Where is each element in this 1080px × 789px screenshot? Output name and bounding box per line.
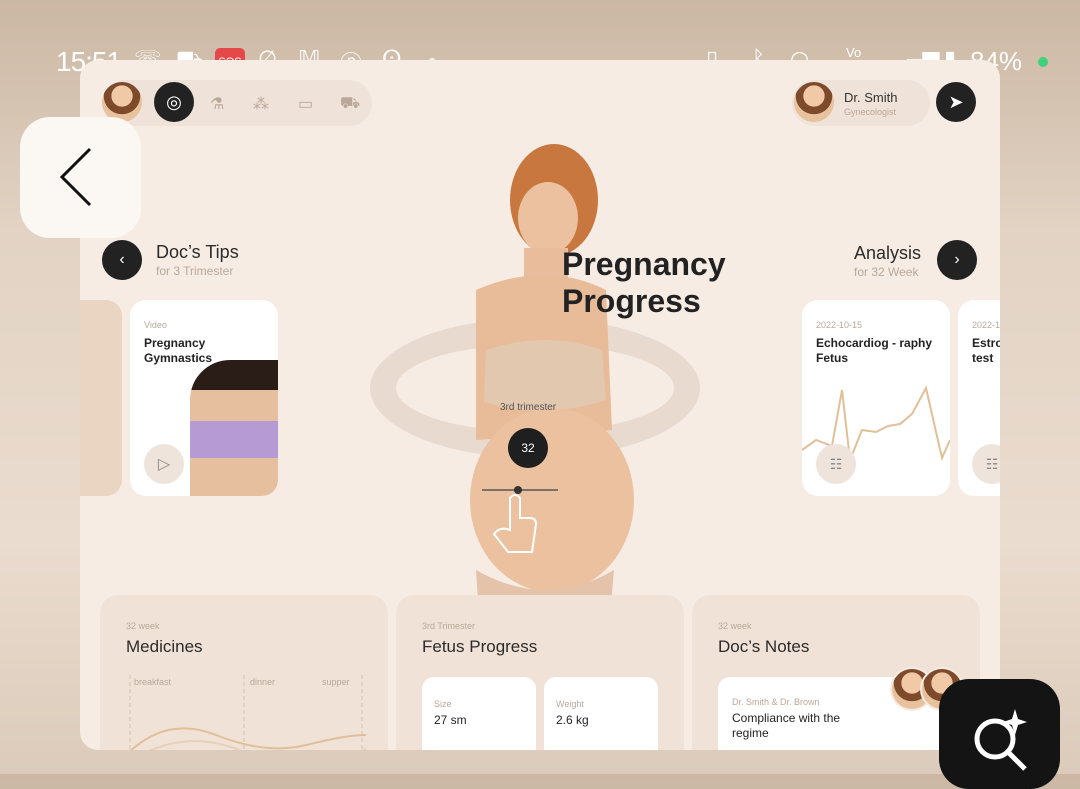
model-image xyxy=(190,360,278,496)
send-icon[interactable]: ➤ xyxy=(936,82,976,122)
hero-title: Pregnancy Progress xyxy=(562,246,726,320)
visual-search-button[interactable] xyxy=(939,679,1060,789)
tip-card-kicker: Video xyxy=(144,320,167,330)
note-authors: Dr. Smith & Dr. Brown xyxy=(732,697,820,707)
analysis-card-title: Echocardiog - raphy Fetus xyxy=(816,336,933,365)
sparkle-search-icon xyxy=(974,709,1027,771)
chevron-left-icon xyxy=(59,147,92,207)
medicines-kicker: 32 week xyxy=(126,621,160,631)
tips-subtitle: for 3 Trimester xyxy=(156,264,234,278)
size-label: Size xyxy=(434,699,452,709)
analysis-card-echo[interactable]: 2022-10-15 Echocardiog - raphy Fetus ☷ xyxy=(802,300,950,496)
trimester-label: 3rd trimester xyxy=(500,402,557,413)
fetus-kicker: 3rd Trimester xyxy=(422,621,476,631)
tip-card-video[interactable]: Video Pregnancy Gymnastics ▷ xyxy=(130,300,278,496)
ambulance-icon[interactable]: ⛟ xyxy=(340,94,360,114)
hero-title-line1: Pregnancy xyxy=(562,246,726,282)
notes-panel[interactable]: 32 week Doc’s Notes Dr. Smith & Dr. Brow… xyxy=(692,595,980,750)
note-text: Compliance with the regime xyxy=(732,711,841,740)
medicines-panel[interactable]: 32 week Medicines breakfast dinner suppe… xyxy=(100,595,388,750)
hero-title-line2: Progress xyxy=(562,283,701,319)
size-card: Size 27 sm xyxy=(422,677,536,750)
back-button[interactable] xyxy=(20,117,141,238)
battery-nav-icon[interactable]: ▭ xyxy=(298,94,313,114)
privacy-indicator-icon xyxy=(1038,57,1048,67)
weight-label: Weight xyxy=(556,699,584,709)
analysis-next-button[interactable]: › xyxy=(937,240,977,280)
book-icon[interactable]: ☷ xyxy=(816,444,856,484)
analysis-card-date: 2022-10-15 xyxy=(816,320,863,330)
tips-title: Doc’s Tips xyxy=(156,242,239,262)
doctor-name: Dr. Smith xyxy=(844,90,898,105)
analysis-card-title-2: Estro test xyxy=(972,336,1000,365)
analysis-title: Analysis xyxy=(854,243,922,263)
size-value: 27 sm xyxy=(434,713,467,727)
flask-icon[interactable]: ⚗ xyxy=(210,94,224,114)
target-icon[interactable]: ◎ xyxy=(154,82,194,122)
user-avatar[interactable] xyxy=(102,82,142,122)
tips-prev-button[interactable]: ‹ xyxy=(102,240,142,280)
medicines-chart xyxy=(129,675,366,750)
play-icon[interactable]: ▷ xyxy=(144,444,184,484)
analysis-card-date-2: 2022-10 xyxy=(972,320,1000,330)
doctor-role: Gynecologist xyxy=(844,107,897,117)
week-badge[interactable]: 32 xyxy=(508,428,548,468)
analysis-card-estro[interactable]: 2022-10 Estro test ☷ xyxy=(958,300,1000,496)
app-frame: ◎ ⚗ ⁂ ▭ ⛟ Dr. Smith Gynecologist ➤ ‹ Doc… xyxy=(80,60,1000,750)
swipe-gesture-icon xyxy=(482,486,558,553)
weight-card: Weight 2.6 kg xyxy=(544,677,658,750)
doctor-avatar xyxy=(794,82,834,122)
fetus-title: Fetus Progress xyxy=(422,637,538,656)
tip-card-previous[interactable] xyxy=(80,300,122,496)
notes-title: Doc’s Notes xyxy=(718,637,810,656)
top-nav-bar xyxy=(102,80,372,126)
fetus-panel[interactable]: 3rd Trimester Fetus Progress Size 27 sm … xyxy=(396,595,684,750)
medicines-title: Medicines xyxy=(126,637,203,656)
weight-value: 2.6 kg xyxy=(556,713,589,727)
pills-icon[interactable]: ⁂ xyxy=(253,94,269,114)
analysis-subtitle: for 32 Week xyxy=(854,265,919,279)
notes-kicker: 32 week xyxy=(718,621,752,631)
book-icon-2[interactable]: ☷ xyxy=(972,444,1000,484)
